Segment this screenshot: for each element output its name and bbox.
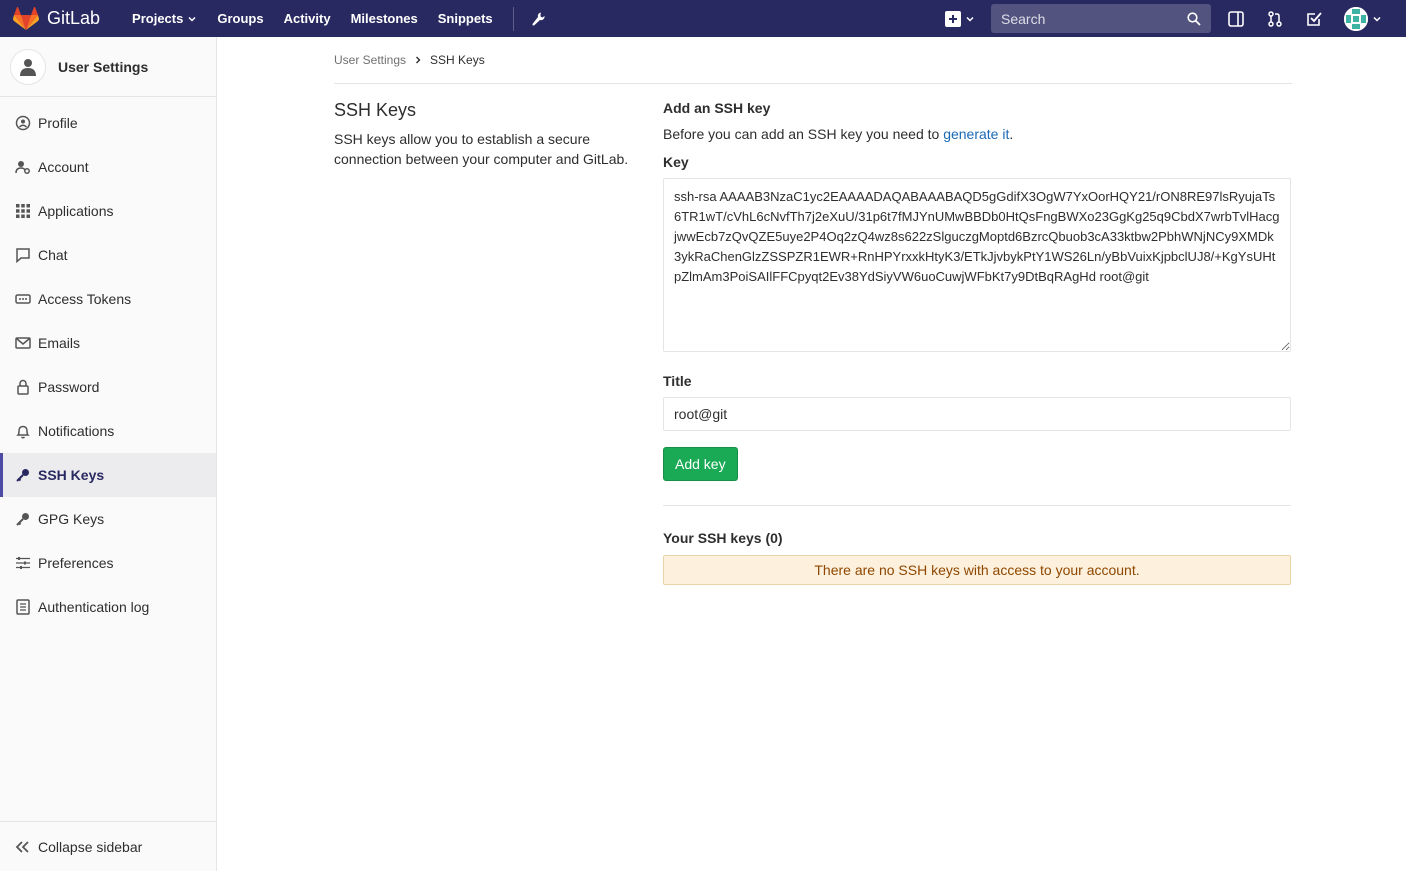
double-chevron-left-icon xyxy=(15,840,29,853)
sidebar-item-label: Access Tokens xyxy=(38,291,132,307)
title-label: Title xyxy=(663,373,692,389)
preferences-icon xyxy=(16,557,30,569)
title-input[interactable] xyxy=(663,397,1291,431)
gitlab-logo-icon xyxy=(13,6,39,30)
sidebar-item-label: GPG Keys xyxy=(38,511,105,527)
log-icon xyxy=(16,599,30,615)
user-menu[interactable] xyxy=(1344,6,1382,31)
generate-it-link[interactable]: generate it xyxy=(943,126,1009,142)
sidebar-item-account[interactable]: Account xyxy=(0,145,216,189)
brand-name: GitLab xyxy=(47,8,101,28)
section-divider xyxy=(663,505,1291,506)
sidebar-item-applications[interactable]: Applications xyxy=(0,189,216,233)
form-help-text: Before you can add an SSH key you need t… xyxy=(663,126,1291,142)
chevron-right-icon xyxy=(416,56,421,64)
sidebar-item-label: Profile xyxy=(38,115,78,131)
chevron-down-icon xyxy=(966,16,974,22)
nav-activity-label: Activity xyxy=(283,11,331,26)
search-placeholder: Search xyxy=(1001,10,1046,27)
search-icon xyxy=(1187,11,1201,26)
nav-projects-label: Projects xyxy=(132,11,184,26)
breadcrumb-current[interactable]: SSH Keys xyxy=(430,53,485,67)
sidebar-item-ssh-keys[interactable]: SSH Keys xyxy=(0,453,216,497)
main-content: User Settings SSH Keys SSH Keys SSH keys… xyxy=(334,37,1292,585)
nav-milestones[interactable]: Milestones xyxy=(351,11,418,26)
new-item-dropdown[interactable] xyxy=(945,10,975,27)
nav-milestones-label: Milestones xyxy=(350,11,418,26)
plus-square-icon xyxy=(945,10,961,27)
nav-snippets-label: Snippets xyxy=(437,11,493,26)
sidebar-item-label: Preferences xyxy=(38,555,114,571)
nav-groups[interactable]: Groups xyxy=(217,11,263,26)
add-key-button[interactable]: Add key xyxy=(663,447,738,481)
search-input[interactable]: Search xyxy=(991,4,1211,33)
account-icon xyxy=(15,161,30,174)
chevron-down-icon xyxy=(188,16,196,22)
sidebar-item-chat[interactable]: Chat xyxy=(0,233,216,277)
settings-sidebar: User Settings Profile Account Applicatio… xyxy=(0,37,217,871)
bell-icon xyxy=(16,425,30,439)
nav-projects[interactable]: Projects xyxy=(132,11,197,26)
user-icon xyxy=(20,58,36,76)
sidebar-item-label: SSH Keys xyxy=(38,467,105,483)
sidebar-item-label: Chat xyxy=(38,247,68,263)
key-label: Key xyxy=(663,154,689,170)
lock-icon xyxy=(17,379,29,395)
chevron-down-icon xyxy=(1373,16,1381,22)
collapse-sidebar-button[interactable]: Collapse sidebar xyxy=(0,821,216,871)
sidebar-item-label: Password xyxy=(38,379,100,395)
brand[interactable]: GitLab xyxy=(0,0,100,37)
intro-column: SSH Keys SSH keys allow you to establish… xyxy=(334,100,663,585)
sidebar-avatar xyxy=(10,48,46,85)
key-icon xyxy=(16,513,29,526)
nav-snippets[interactable]: Snippets xyxy=(438,11,493,26)
sidebar-item-notifications[interactable]: Notifications xyxy=(0,409,216,453)
breadcrumb: User Settings SSH Keys xyxy=(334,37,1292,84)
profile-icon xyxy=(15,115,31,131)
nav-divider xyxy=(512,6,514,31)
page-title: SSH Keys xyxy=(334,100,417,120)
key-textarea[interactable]: ssh-rsa AAAAB3NzaC1yc2EAAAADAQABAAABAQD5… xyxy=(663,178,1291,352)
merge-request-icon[interactable] xyxy=(1266,10,1284,28)
sidebar-item-label: Emails xyxy=(38,335,81,351)
chat-icon xyxy=(16,248,30,263)
sidebar-item-label: Account xyxy=(38,159,89,175)
nav-groups-label: Groups xyxy=(217,11,264,26)
mail-icon xyxy=(15,337,31,349)
token-icon xyxy=(15,294,31,304)
nav-activity[interactable]: Activity xyxy=(284,11,331,26)
applications-icon xyxy=(16,204,30,218)
sidebar-header[interactable]: User Settings xyxy=(0,37,216,97)
sidebar-item-label: Notifications xyxy=(38,423,115,439)
sidebar-toggle-icon[interactable] xyxy=(1227,10,1245,28)
sidebar-item-label: Authentication log xyxy=(38,599,150,615)
identicon-icon xyxy=(1344,6,1368,31)
sidebar-item-access-tokens[interactable]: Access Tokens xyxy=(0,277,216,321)
sidebar-item-preferences[interactable]: Preferences xyxy=(0,541,216,585)
avatar xyxy=(1344,6,1368,31)
sidebar-item-profile[interactable]: Profile xyxy=(0,101,216,145)
form-help-suffix: . xyxy=(1009,126,1014,142)
admin-wrench-icon[interactable] xyxy=(530,11,546,27)
top-navbar: GitLab Projects Groups Activity Mileston… xyxy=(0,0,1406,37)
empty-keys-notice: There are no SSH keys with access to you… xyxy=(663,555,1291,585)
sidebar-title: User Settings xyxy=(58,58,149,75)
form-heading: Add an SSH key xyxy=(663,100,771,116)
sidebar-item-label: Applications xyxy=(38,203,114,219)
page-description: SSH keys allow you to establish a secure… xyxy=(334,131,629,167)
ssh-key-form: Add an SSH key Before you can add an SSH… xyxy=(663,100,1291,585)
form-help-prefix: Before you can add an SSH key you need t… xyxy=(663,126,944,142)
ssh-keys-heading: Your SSH keys (0) xyxy=(663,530,783,546)
sidebar-item-authentication-log[interactable]: Authentication log xyxy=(0,585,216,629)
sidebar-item-emails[interactable]: Emails xyxy=(0,321,216,365)
sidebar-item-password[interactable]: Password xyxy=(0,365,216,409)
sidebar-item-gpg-keys[interactable]: GPG Keys xyxy=(0,497,216,541)
collapse-sidebar-label: Collapse sidebar xyxy=(38,838,143,855)
breadcrumb-parent[interactable]: User Settings xyxy=(334,53,406,67)
key-icon xyxy=(16,469,29,482)
todos-icon[interactable] xyxy=(1305,10,1323,28)
